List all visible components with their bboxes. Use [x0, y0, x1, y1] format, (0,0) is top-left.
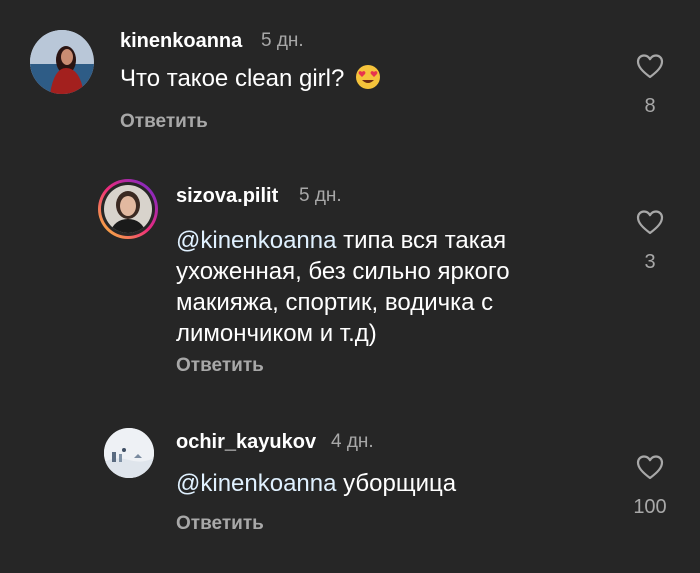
like-count: 3 [644, 251, 656, 273]
comment-text-body: Что такое clean girl? [120, 65, 345, 92]
reply-button[interactable]: Ответить [120, 111, 208, 133]
timestamp: 4 дн. [331, 431, 374, 452]
comment-line: @kinenkoanna типа вся такая [176, 225, 606, 256]
comment-text: @kinenkoanna типа вся такая ухоженная, б… [176, 225, 606, 349]
heart-outline-icon[interactable] [635, 52, 665, 80]
heart-eyes-emoji [356, 65, 381, 89]
heart-outline-icon[interactable] [635, 208, 665, 236]
like-count: 8 [644, 95, 656, 117]
timestamp: 5 дн. [299, 185, 342, 206]
like-count: 100 [633, 496, 667, 518]
comment-line: макияжа, спортик, водичка с [176, 289, 494, 316]
username[interactable]: sizova.pilit [176, 185, 278, 208]
username[interactable]: kinenkoanna [120, 30, 242, 53]
avatar-photo [104, 428, 154, 478]
reply-button[interactable]: Ответить [176, 355, 264, 377]
comment-text: @kinenkoanna уборщица [176, 468, 456, 499]
avatar-photo [104, 185, 152, 233]
heart-outline-icon[interactable] [635, 453, 665, 481]
mention-link[interactable]: @kinenkoanna [176, 470, 336, 497]
comment-text-body: уборщица [336, 470, 457, 497]
avatar-sizova-pilit[interactable] [98, 179, 158, 239]
avatar-photo [30, 30, 94, 94]
username[interactable]: ochir_kayukov [176, 431, 316, 454]
comment-text: Что такое clean girl? [120, 63, 381, 94]
avatar-ochir-kayukov[interactable] [104, 428, 154, 478]
reply-button[interactable]: Ответить [176, 513, 264, 535]
comment-line: лимончиком и т.д) [176, 320, 377, 347]
comment-line: ухоженная, без сильно яркого [176, 258, 510, 285]
mention-link[interactable]: @kinenkoanna [176, 227, 336, 254]
avatar-kinenkoanna[interactable] [30, 30, 94, 94]
timestamp: 5 дн. [261, 30, 304, 51]
comment-text-body: типа вся такая [336, 227, 507, 254]
